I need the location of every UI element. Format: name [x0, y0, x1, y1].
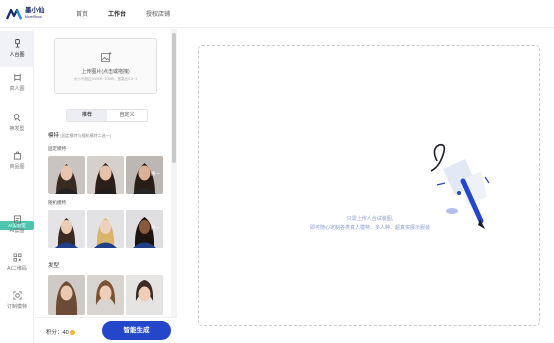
- hairstyle-image: [48, 275, 85, 315]
- scrollbar-thumb[interactable]: [172, 33, 176, 163]
- sidebar-item-label: AI套图: [9, 228, 25, 234]
- random-model-label: 随机模特: [48, 200, 66, 205]
- sidebar-item-label: 换发型: [9, 126, 25, 132]
- model-title: 模特: [48, 133, 60, 139]
- empty-state-illustration-icon: [430, 143, 490, 229]
- sidebar-item-mannequin[interactable]: 人台图: [0, 31, 34, 67]
- settings-panel: 上传图片(点击或拖拽) 大小不超过500KB~10MB，宽高比0.5~2 推荐 …: [35, 29, 177, 343]
- tab-recommended[interactable]: 推荐: [67, 110, 107, 121]
- random-model-thumb[interactable]: [48, 210, 85, 248]
- sidebar: 人台图 真人图 换发型 商品图 AI实验室 AI套图 AI二维码 订制模特: [0, 29, 34, 343]
- sidebar-item-label: 商品图: [9, 164, 25, 170]
- random-model-thumb[interactable]: [87, 210, 124, 248]
- tab-custom[interactable]: 自定义: [107, 110, 147, 121]
- logo-name-en: MoreShow: [25, 14, 42, 19]
- hair-icon: [13, 113, 20, 122]
- model-portrait-image: [87, 156, 124, 194]
- panel-scrollbar[interactable]: [171, 29, 177, 317]
- sidebar-item-label: 订制模特: [6, 304, 27, 310]
- nav-workbench[interactable]: 工作台: [108, 9, 126, 18]
- model-subtitle: [固定模特与随机模特二选一]: [60, 133, 111, 138]
- points-display: 积分：40: [46, 328, 75, 336]
- sidebar-item-label: 人台图: [9, 52, 25, 58]
- custom-model-icon: [12, 291, 22, 300]
- ai-image-icon: [13, 215, 21, 224]
- top-nav: 首页 工作台 授权店铺: [76, 9, 190, 18]
- logo[interactable]: 墨小仙 MoreShow: [6, 7, 66, 20]
- product-icon: [13, 151, 21, 160]
- refresh-overlay[interactable]: 换一: [151, 171, 160, 177]
- empty-state-text-line1: 只需上传人台试装图,: [346, 216, 394, 222]
- sidebar-item-label: 真人图: [9, 86, 25, 92]
- hairstyle-thumb[interactable]: [87, 275, 124, 315]
- hair-section-title: 发型: [48, 263, 60, 269]
- result-canvas: 只需上传人台试装图, 即可随心定制各类真人模特、多人种、超真实展示服装: [198, 45, 540, 326]
- hairstyle-thumb[interactable]: [48, 275, 85, 315]
- fixed-model-thumb[interactable]: [87, 156, 124, 194]
- model-section-title: 模特 [固定模特与随机模特二选一]: [48, 131, 111, 139]
- generate-button[interactable]: 智能生成: [102, 321, 171, 340]
- points-value: 40: [62, 330, 69, 336]
- upload-hint: 大小不超过500KB~10MB，宽高比0.5~2: [73, 77, 138, 81]
- random-model-thumb[interactable]: 换一: [126, 210, 163, 248]
- sidebar-item-custom-model[interactable]: 订制模特: [0, 291, 34, 310]
- sidebar-item-ai-image[interactable]: AI套图: [0, 215, 34, 234]
- hairstyle-image: [126, 275, 163, 315]
- logo-mark-icon: [6, 8, 22, 19]
- person-icon: [13, 73, 21, 82]
- fixed-model-thumb[interactable]: 换一: [126, 156, 163, 194]
- fixed-model-thumb[interactable]: [48, 156, 85, 194]
- hairstyle-image: [87, 275, 124, 315]
- sidebar-item-person[interactable]: 真人图: [0, 73, 34, 92]
- top-bar: 墨小仙 MoreShow 首页 工作台 授权店铺: [0, 0, 554, 28]
- model-portrait-image: [87, 210, 124, 248]
- points-label: 积分：: [46, 330, 63, 336]
- sidebar-item-label: AI二维码: [7, 266, 27, 272]
- generate-bar: 积分：40 智能生成: [35, 317, 177, 343]
- nav-authorized-stores[interactable]: 授权店铺: [146, 9, 170, 18]
- sidebar-item-ai-qrcode[interactable]: AI二维码: [0, 253, 34, 272]
- image-upload-icon: [101, 52, 112, 62]
- mode-tabs: 推荐 自定义: [66, 109, 148, 122]
- hairstyle-thumb[interactable]: [126, 275, 163, 315]
- upload-dropzone[interactable]: 上传图片(点击或拖拽) 大小不超过500KB~10MB，宽高比0.5~2: [54, 38, 157, 94]
- model-portrait-image: [48, 156, 85, 194]
- model-portrait-image: [48, 210, 85, 248]
- nav-home[interactable]: 首页: [76, 9, 88, 18]
- logo-text: 墨小仙 MoreShow: [25, 7, 45, 19]
- sidebar-item-hair[interactable]: 换发型: [0, 113, 34, 132]
- qrcode-icon: [13, 253, 21, 262]
- empty-state-text-line2: 即可随心定制各类真人模特、多人种、超真实展示服装: [309, 225, 430, 231]
- mannequin-icon: [14, 39, 20, 48]
- fixed-model-label: 固定模特: [48, 146, 66, 151]
- logo-name-cn: 墨小仙: [25, 7, 45, 14]
- refresh-overlay[interactable]: 换一: [151, 225, 160, 231]
- upload-title: 上传图片(点击或拖拽): [81, 69, 130, 75]
- coin-icon: [69, 330, 75, 335]
- sidebar-item-product[interactable]: 商品图: [0, 151, 34, 170]
